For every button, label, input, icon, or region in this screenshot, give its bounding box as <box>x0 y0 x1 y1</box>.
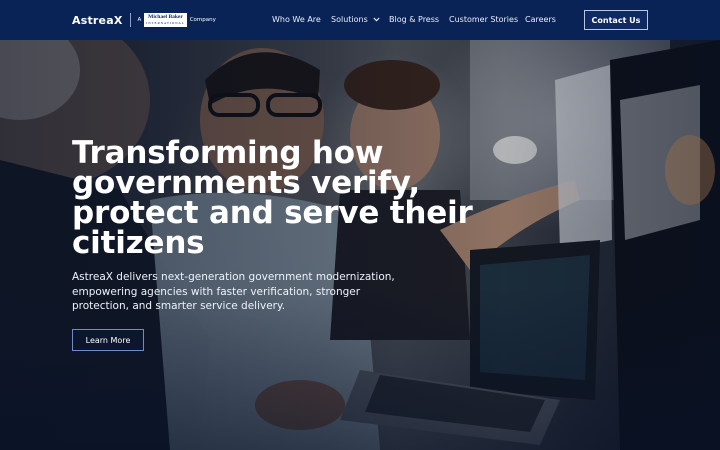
chevron-down-icon <box>373 17 380 22</box>
site-header: AstreaX A Michael Baker INTERNATIONAL Co… <box>0 0 720 40</box>
nav-solutions[interactable]: Solutions <box>331 14 380 26</box>
hero-headline: Transforming how governments verify, pro… <box>72 135 473 261</box>
logo[interactable]: AstreaX A Michael Baker INTERNATIONAL Co… <box>72 12 216 28</box>
nav-who-we-are[interactable]: Who We Are <box>272 14 321 26</box>
logo-divider <box>129 13 131 27</box>
logo-tagline-suffix: Company <box>189 17 216 23</box>
hero-section: Transforming how governments verify, pro… <box>0 40 720 450</box>
learn-more-button[interactable]: Learn More <box>72 329 144 351</box>
partner-logo: Michael Baker INTERNATIONAL <box>144 13 187 27</box>
nav-customer-stories[interactable]: Customer Stories <box>449 14 518 26</box>
nav-blog-press[interactable]: Blog & Press <box>389 14 439 26</box>
hero-subtext: AstreaX delivers next-generation governm… <box>72 271 395 312</box>
logo-tagline-prefix: A <box>137 17 142 23</box>
contact-us-button[interactable]: Contact Us <box>584 10 648 30</box>
nav-careers[interactable]: Careers <box>525 14 556 26</box>
nav-solutions-label: Solutions <box>331 15 368 24</box>
partner-sub: INTERNATIONAL <box>146 21 185 25</box>
logo-wordmark: AstreaX <box>72 13 123 27</box>
